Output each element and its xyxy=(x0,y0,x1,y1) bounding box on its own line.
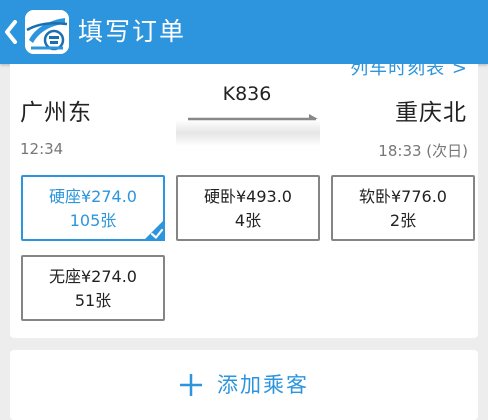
seat-option-soft-sleeper[interactable]: 软卧¥776.0 2张 xyxy=(331,175,475,241)
departure-time: 12:34 xyxy=(20,140,64,158)
seat-count: 51张 xyxy=(74,291,112,310)
chevron-left-icon xyxy=(5,20,17,44)
seat-count: 4张 xyxy=(234,211,262,230)
page-title: 填写订单 xyxy=(78,17,187,46)
app-logo xyxy=(25,10,69,54)
timetable-link[interactable]: 列车时刻表 > xyxy=(350,58,468,80)
arrival-time: 18:33 (次日) xyxy=(378,142,468,160)
railway-ticket-logo-icon xyxy=(25,10,69,54)
train-number: K836 xyxy=(222,83,272,105)
seat-option-hard-seat[interactable]: 硬座¥274.0 105张 xyxy=(21,175,165,241)
top-bar: 填写订单 xyxy=(0,0,488,64)
plus-icon xyxy=(180,374,202,396)
seat-name-price: 无座¥274.0 xyxy=(49,267,137,286)
seat-option-hard-sleeper[interactable]: 硬卧¥493.0 4张 xyxy=(176,175,320,241)
departure-station: 广州东 xyxy=(20,100,92,126)
back-button[interactable] xyxy=(0,14,22,50)
arrival-station: 重庆北 xyxy=(395,100,467,126)
seat-option-no-seat[interactable]: 无座¥274.0 51张 xyxy=(21,255,165,321)
train-info-card: 列车时刻表 > 广州东 K836 重庆北 12:34 18:33 (次日) 硬座… xyxy=(10,58,478,338)
add-passenger-label: 添加乘客 xyxy=(217,373,309,397)
seat-count: 105张 xyxy=(69,211,117,230)
seat-count: 2张 xyxy=(389,211,417,230)
route-arrow-icon xyxy=(176,114,320,146)
add-passenger-button[interactable]: 添加乘客 xyxy=(10,350,478,420)
seat-name-price: 硬座¥274.0 xyxy=(49,187,137,206)
add-passenger-card: 添加乘客 xyxy=(10,350,478,420)
seat-name-price: 硬卧¥493.0 xyxy=(204,187,292,206)
seat-name-price: 软卧¥776.0 xyxy=(359,187,447,206)
check-icon xyxy=(143,219,165,241)
